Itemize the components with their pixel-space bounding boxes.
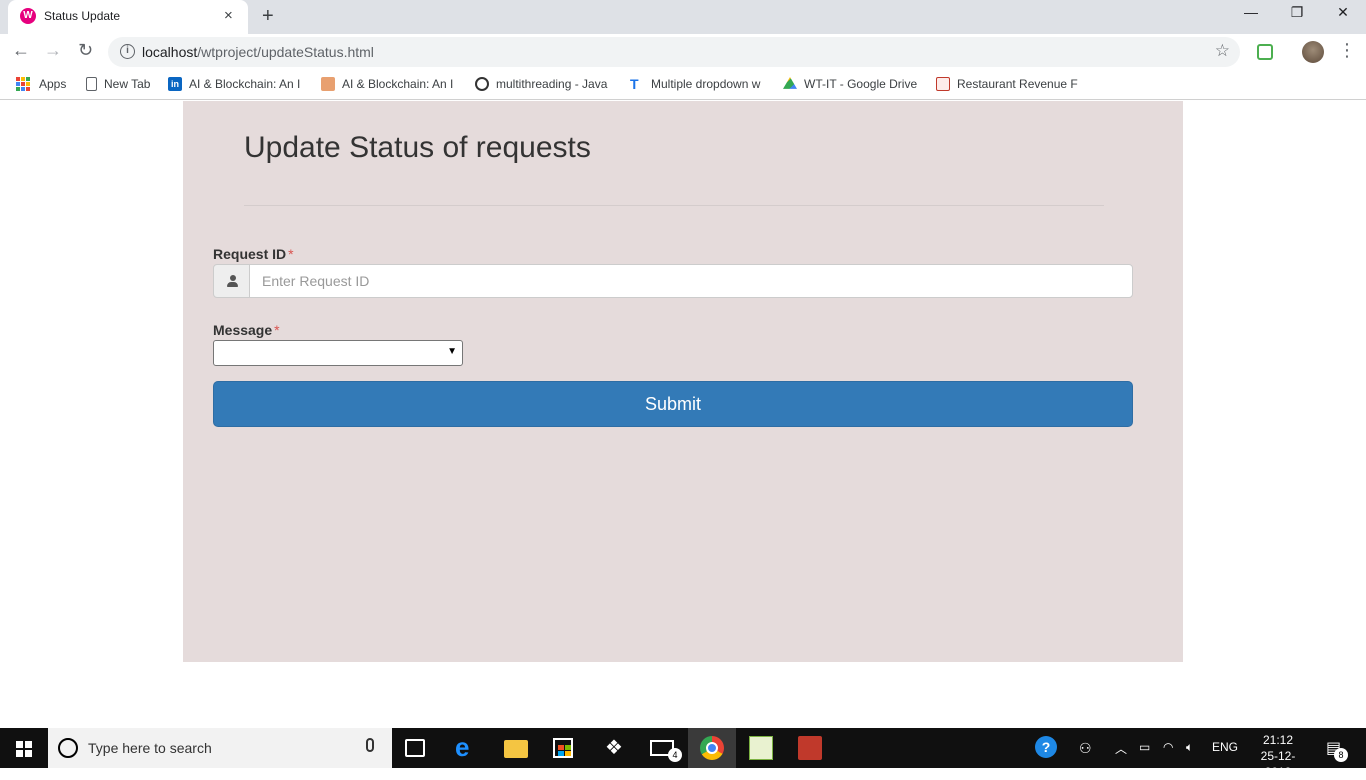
request-id-input[interactable] [249,264,1133,298]
task-view-icon[interactable] [405,739,425,757]
bookmark-label: Restaurant Revenue F [957,77,1078,91]
bookmark-label: multithreading - Java [496,77,608,91]
restore-button[interactable]: ❐ [1274,4,1320,21]
extension-icon[interactable] [1257,44,1273,60]
input-addon [213,264,250,298]
show-hidden-icons-chevron-icon[interactable]: ︿ [1115,740,1127,757]
acrobat-icon[interactable] [798,736,822,760]
avatar-icon [321,77,335,91]
request-id-label: Request ID * [213,246,294,262]
page-icon [86,77,97,91]
browser-toolbar: ← → ↻ i localhost/wtproject/updateStatus… [0,34,1366,70]
windows-start-icon[interactable] [16,741,32,757]
page-title: Update Status of requests [244,131,591,164]
bookmark-restaurant-revenue[interactable]: Restaurant Revenue F [936,77,1078,91]
battery-icon[interactable]: ▭ [1139,740,1150,754]
minimize-button[interactable]: — [1228,4,1274,20]
mail-badge: 4 [668,748,682,762]
kaggle-icon [936,77,950,91]
language-indicator[interactable]: ENG [1212,740,1238,754]
cortana-icon [58,738,78,758]
bookmark-label: Multiple dropdown w [651,77,761,91]
bookmark-label: Apps [39,77,67,91]
dropdown-arrow-icon: ▼ [447,346,457,357]
people-icon[interactable]: ⚇ [1079,740,1092,757]
edge-browser-icon[interactable]: e [455,734,479,760]
google-drive-icon [783,77,797,89]
chrome-icon[interactable] [700,736,724,760]
taskbar-search-box[interactable]: Type here to search [48,728,392,768]
tab-title: Status Update [44,9,121,23]
bookmark-label: New Tab [104,77,151,91]
request-id-input-group [213,264,1133,298]
form-panel: Update Status of requests Request ID* Me… [183,101,1183,662]
browser-tab[interactable]: W Status Update × [8,0,248,34]
microphone-icon[interactable] [366,738,374,752]
bookmark-multithreading[interactable]: multithreading - Java [475,77,607,91]
url-text[interactable]: localhost/wtproject/updateStatus.html [142,44,374,60]
message-label: Message * [213,322,280,338]
file-explorer-icon[interactable] [504,740,528,758]
url-path: /wtproject/updateStatus.html [197,44,374,60]
taskbar-clock[interactable]: 21:12 25-12-2018 [1248,732,1308,780]
new-tab-button[interactable]: + [262,5,274,28]
bookmark-label: AI & Blockchain: An I [189,77,301,91]
clock-time: 21:12 [1262,733,1294,747]
required-mark: * [288,246,294,262]
user-icon [227,275,238,287]
wamp-favicon-icon: W [20,8,36,24]
clock-date: 25-12-2018 [1260,749,1296,779]
bookmark-apps[interactable]: Apps [16,77,66,91]
store-icon[interactable] [553,738,573,758]
required-mark: * [274,322,280,338]
bookmark-google-drive[interactable]: WT-IT - Google Drive [783,77,917,91]
forward-arrow-icon[interactable]: → [44,40,62,61]
address-bar[interactable]: i localhost/wtproject/updateStatus.html … [108,37,1240,67]
tab-close-icon[interactable]: × [224,7,233,24]
bookmark-new-tab[interactable]: New Tab [86,77,150,91]
volume-icon[interactable]: 🔈︎ [1186,740,1193,755]
t-icon: T [630,76,639,92]
bookmark-label: AI & Blockchain: An I [342,77,454,91]
bookmark-multiple-dropdown[interactable]: T Multiple dropdown w [630,77,760,91]
bookmark-star-icon[interactable]: ☆ [1215,41,1230,61]
taskbar-search-placeholder: Type here to search [88,740,212,756]
url-host: localhost [142,44,198,60]
submit-button[interactable]: Submit [213,381,1133,427]
bookmark-label: WT-IT - Google Drive [804,77,918,91]
globe-icon [475,77,489,91]
help-icon[interactable]: ? [1035,736,1057,758]
request-id-label-text: Request ID [213,246,287,262]
tab-strip: W Status Update × + — ❐ ✕ [0,0,1366,34]
linkedin-icon: in [168,77,182,91]
windows-taskbar: Type here to search e ❖ 4 ? ⚇ ︿ ▭ ◠ 🔈︎ E… [0,728,1366,779]
dropbox-icon[interactable]: ❖ [602,736,626,760]
bookmark-linkedin[interactable]: in AI & Blockchain: An I [168,77,300,91]
message-label-text: Message [213,322,273,338]
bookmark-ai-blockchain[interactable]: AI & Blockchain: An I [321,77,453,91]
message-select[interactable]: ▼ [213,340,463,366]
reload-icon[interactable]: ↻ [78,40,93,61]
notepad-plus-icon[interactable] [749,736,773,760]
bookmarks-bar: Apps New Tab in AI & Blockchain: An I AI… [0,70,1366,100]
notification-badge: 8 [1334,748,1348,762]
wifi-icon[interactable]: ◠ [1163,740,1173,754]
close-window-button[interactable]: ✕ [1320,4,1366,21]
menu-kebab-icon[interactable]: ⋮ [1338,40,1356,61]
profile-avatar[interactable] [1302,41,1324,63]
apps-grid-icon [16,77,30,91]
back-arrow-icon[interactable]: ← [12,40,30,61]
title-divider [244,205,1104,206]
info-icon[interactable]: i [120,44,135,59]
